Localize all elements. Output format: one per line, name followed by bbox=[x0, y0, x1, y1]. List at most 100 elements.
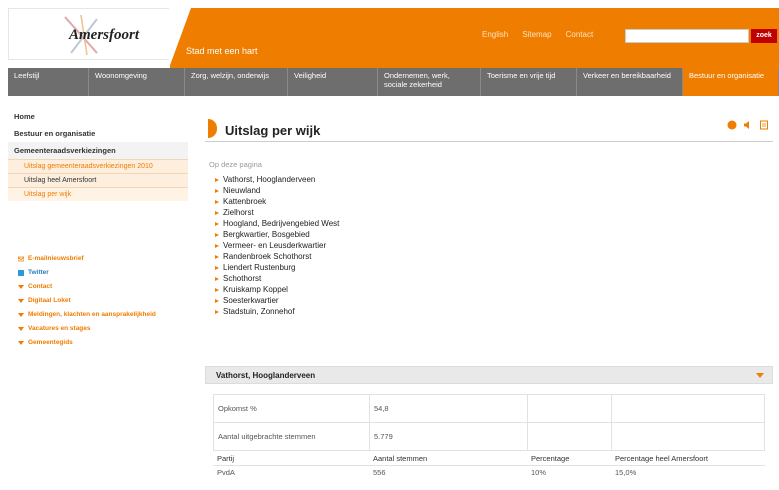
nav-item-leefstijl[interactable]: Leefstijl bbox=[8, 68, 89, 96]
table-cell: 15,0% bbox=[615, 468, 637, 477]
toc-label: Zielhorst bbox=[223, 208, 254, 217]
toc-list: Vathorst, Hooglanderveen Nieuwland Katte… bbox=[209, 174, 609, 317]
nav-item-verkeer[interactable]: Verkeer en bereikbaarheid bbox=[577, 68, 683, 96]
sidebar-link-label: Meldingen, klachten en aansprakelijkheid bbox=[28, 311, 156, 318]
sidebar-item-uitslag-2010[interactable]: Uitslag gemeenteraadsverkiezingen 2010 bbox=[8, 159, 188, 173]
on-this-page-label: Op deze pagina bbox=[209, 160, 262, 169]
search-input[interactable] bbox=[625, 29, 749, 43]
toc-item[interactable]: Schothorst bbox=[209, 273, 609, 284]
sidebar-link-label: Vacatures en stages bbox=[28, 325, 91, 332]
top-link-sitemap[interactable]: Sitemap bbox=[522, 30, 551, 39]
sidebar-item-bestuur[interactable]: Bestuur en organisatie bbox=[8, 125, 188, 142]
bullet-icon bbox=[215, 276, 219, 281]
table-cell: 556 bbox=[373, 468, 386, 477]
nav-item-toerisme[interactable]: Toerisme en vrije tijd bbox=[481, 68, 577, 96]
table-cell bbox=[527, 422, 612, 451]
nav-item-zorg[interactable]: Zorg, welzijn, onderwijs bbox=[185, 68, 288, 96]
toc-item[interactable]: Zielhorst bbox=[209, 207, 609, 218]
toc-label: Kattenbroek bbox=[223, 197, 267, 206]
search-button[interactable]: zoek bbox=[751, 29, 777, 43]
toc-item[interactable]: Nieuwland bbox=[209, 185, 609, 196]
logo-text: Amersfoort bbox=[69, 27, 140, 43]
bullet-icon bbox=[215, 287, 219, 292]
toc-label: Bergkwartier, Bosgebied bbox=[223, 230, 310, 239]
sidebar-link-nieuwsbrief[interactable]: E-mailnieuwsbrief bbox=[8, 255, 188, 263]
readspeaker-icon[interactable] bbox=[727, 120, 737, 130]
bullet-icon bbox=[215, 309, 219, 314]
title-bar: Uitslag per wijk bbox=[205, 116, 773, 142]
stat-label: Opkomst % bbox=[213, 394, 370, 423]
main-nav: Leefstijl Woonomgeving Zorg, welzijn, on… bbox=[8, 68, 779, 96]
table-cell bbox=[611, 394, 765, 423]
toc-item[interactable]: Kruiskamp Koppel bbox=[209, 284, 609, 295]
stat-value: 5.779 bbox=[369, 422, 528, 451]
site-header: Amersfoort Stad met een hart English Sit… bbox=[0, 0, 779, 68]
logo[interactable]: Amersfoort bbox=[8, 8, 170, 60]
toc-item[interactable]: Liendert Rustenburg bbox=[209, 262, 609, 273]
sidebar-item-home[interactable]: Home bbox=[8, 108, 188, 125]
toc-item[interactable]: Vathorst, Hooglanderveen bbox=[209, 174, 609, 185]
bullet-icon bbox=[215, 210, 219, 215]
arrow-icon bbox=[18, 285, 24, 289]
top-link-english[interactable]: English bbox=[482, 30, 508, 39]
sidebar-item-uitslag-heel[interactable]: Uitslag heel Amersfoort bbox=[8, 173, 188, 187]
arrow-icon bbox=[18, 327, 24, 331]
toc-item[interactable]: Hoogland, Bedrijvengebied West bbox=[209, 218, 609, 229]
table-cell bbox=[527, 394, 612, 423]
speaker-icon[interactable] bbox=[743, 120, 753, 130]
toc-label: Randenbroek Schothorst bbox=[223, 252, 312, 261]
toc-item[interactable]: Soesterkwartier bbox=[209, 295, 609, 306]
stat-value: 54,8 bbox=[369, 394, 528, 423]
toc-item[interactable]: Randenbroek Schothorst bbox=[209, 251, 609, 262]
chevron-down-icon bbox=[756, 373, 764, 378]
bullet-icon bbox=[215, 243, 219, 248]
nav-item-veiligheid[interactable]: Veiligheid bbox=[288, 68, 378, 96]
sidebar-item-uitslag-per-wijk[interactable]: Uitslag per wijk bbox=[8, 187, 188, 201]
toc-label: Vermeer- en Leusderkwartier bbox=[223, 241, 327, 250]
toc-label: Nieuwland bbox=[223, 186, 261, 195]
sidebar-link-contact[interactable]: Contact bbox=[8, 283, 188, 291]
sidebar-link-twitter[interactable]: Twitter bbox=[8, 269, 188, 277]
table-cell: PvdA bbox=[217, 468, 235, 477]
nav-item-woonomgeving[interactable]: Woonomgeving bbox=[89, 68, 185, 96]
print-icon[interactable] bbox=[759, 120, 769, 130]
results-table: Partij Aantal stemmen Percentage Percent… bbox=[213, 452, 765, 479]
toc-item[interactable]: Kattenbroek bbox=[209, 196, 609, 207]
sidebar-link-label: Gemeentegids bbox=[28, 339, 73, 346]
top-link-contact[interactable]: Contact bbox=[566, 30, 594, 39]
bullet-icon bbox=[215, 188, 219, 193]
table-row: Opkomst % 54,8 bbox=[213, 394, 765, 423]
accordion-header[interactable]: Vathorst, Hooglanderveen bbox=[205, 366, 773, 384]
sidebar-link-gemeentegids[interactable]: Gemeentegids bbox=[8, 339, 188, 347]
top-links: English Sitemap Contact bbox=[482, 30, 593, 39]
page-tools bbox=[727, 120, 769, 130]
tagline: Stad met een hart bbox=[186, 46, 258, 56]
sidebar-link-vacatures[interactable]: Vacatures en stages bbox=[8, 325, 188, 333]
sidebar-link-label: Digitaal Loket bbox=[28, 297, 71, 304]
envelope-icon bbox=[18, 256, 24, 262]
toc-item[interactable]: Bergkwartier, Bosgebied bbox=[209, 229, 609, 240]
table-header-row: Partij Aantal stemmen Percentage Percent… bbox=[213, 452, 765, 466]
sidebar-item-verkiezingen[interactable]: Gemeenteraadsverkiezingen bbox=[8, 142, 188, 159]
sidebar-link-label: Contact bbox=[28, 283, 53, 290]
bullet-icon bbox=[215, 232, 219, 237]
toc-label: Hoogland, Bedrijvengebied West bbox=[223, 219, 340, 228]
nav-item-ondernemen[interactable]: Ondernemen, werk, sociale zekerheid bbox=[378, 68, 481, 96]
bullet-icon bbox=[215, 199, 219, 204]
bullet-icon bbox=[215, 177, 219, 182]
toc-item[interactable]: Vermeer- en Leusderkwartier bbox=[209, 240, 609, 251]
arrow-icon bbox=[18, 341, 24, 345]
sidebar-link-loket[interactable]: Digitaal Loket bbox=[8, 297, 188, 305]
table-cell bbox=[611, 422, 765, 451]
toc-label: Soesterkwartier bbox=[223, 296, 279, 305]
bullet-icon bbox=[215, 221, 219, 226]
sidebar-link-meldingen[interactable]: Meldingen, klachten en aansprakelijkheid bbox=[8, 311, 188, 319]
stats-table: Opkomst % 54,8 Aantal uitgebrachte stemm… bbox=[213, 394, 765, 451]
toc-item[interactable]: Stadstuin, Zonnehof bbox=[209, 306, 609, 317]
sidebar-links: E-mailnieuwsbrief Twitter Contact Digita… bbox=[8, 255, 188, 353]
title-marker bbox=[208, 119, 217, 138]
nav-item-bestuur[interactable]: Bestuur en organisatie bbox=[683, 68, 779, 96]
toc-label: Vathorst, Hooglanderveen bbox=[223, 175, 316, 184]
page-title: Uitslag per wijk bbox=[225, 123, 321, 138]
stat-label: Aantal uitgebrachte stemmen bbox=[213, 422, 370, 451]
